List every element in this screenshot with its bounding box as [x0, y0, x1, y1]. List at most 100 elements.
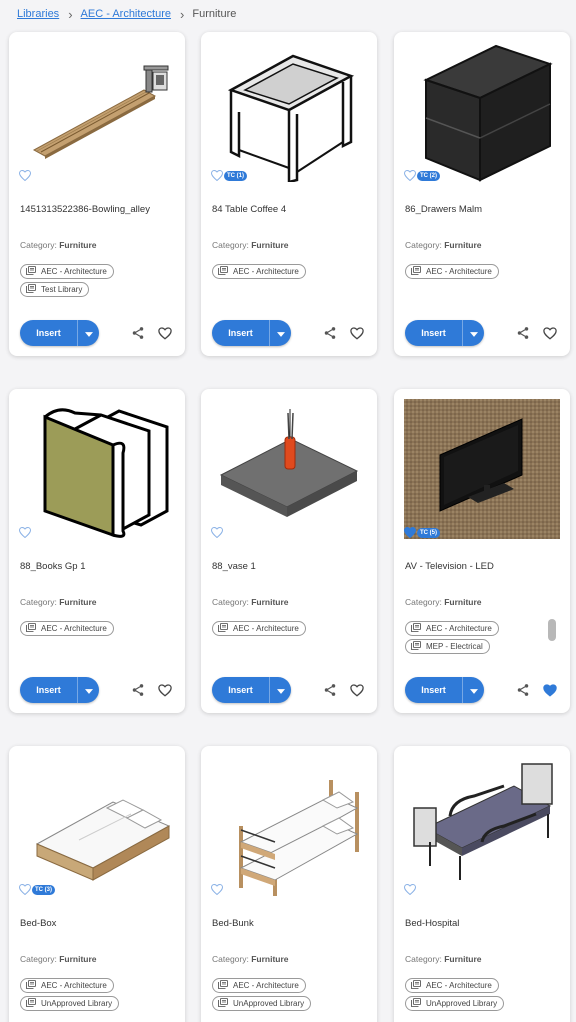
- library-chip[interactable]: AEC - Architecture: [212, 978, 306, 993]
- asset-title[interactable]: Bed-Bunk: [212, 918, 254, 929]
- television-thumbnail[interactable]: [404, 399, 560, 539]
- favorite-icon[interactable]: [158, 684, 172, 697]
- breadcrumb-link-libraries[interactable]: Libraries: [17, 8, 59, 20]
- tc-badge: TC (2): [417, 170, 440, 181]
- asset-category: Category: Furniture: [212, 240, 289, 250]
- asset-card[interactable]: 88_Books Gp 1 Category: Furniture AEC - Ar…: [9, 389, 185, 713]
- library-icon: [218, 623, 233, 634]
- library-chip[interactable]: UnApproved Library: [405, 996, 505, 1011]
- library-icon: [26, 998, 41, 1009]
- library-chip[interactable]: UnApproved Library: [20, 996, 120, 1011]
- bowling-alley-thumbnail[interactable]: [19, 42, 175, 182]
- favorite-indicator: TC (2): [404, 169, 440, 182]
- asset-category: Category: Furniture: [212, 954, 289, 964]
- insert-button[interactable]: Insert: [212, 320, 270, 346]
- asset-title[interactable]: 88_Books Gp 1: [20, 561, 86, 572]
- library-chip[interactable]: Test Library: [20, 282, 90, 297]
- asset-card[interactable]: 88_vase 1 Category: Furniture AEC - Archit…: [201, 389, 377, 713]
- bed-box-thumbnail[interactable]: [19, 756, 175, 896]
- insert-dropdown-button[interactable]: [270, 677, 291, 703]
- library-icon: [218, 266, 233, 277]
- library-chip[interactable]: AEC - Architecture: [405, 621, 499, 636]
- insert-button[interactable]: Insert: [20, 320, 78, 346]
- category-prefix: Category:: [405, 240, 442, 250]
- share-icon[interactable]: [516, 326, 530, 340]
- favorite-icon[interactable]: [543, 327, 557, 340]
- library-chip-label: UnApproved Library: [41, 999, 113, 1008]
- share-icon[interactable]: [131, 326, 145, 340]
- insert-button[interactable]: Insert: [212, 677, 270, 703]
- asset-card[interactable]: Bed-Hospital Category: Furniture AEC - Arc…: [394, 746, 570, 1022]
- bunk-bed-thumbnail[interactable]: [211, 756, 367, 896]
- library-chip-label: AEC - Architecture: [426, 267, 492, 276]
- caret-down-icon: [276, 681, 285, 699]
- insert-dropdown-button[interactable]: [463, 320, 484, 346]
- books-thumbnail[interactable]: [19, 399, 175, 539]
- favorite-icon[interactable]: [350, 684, 364, 697]
- caret-down-icon: [84, 324, 93, 342]
- insert-button[interactable]: Insert: [405, 320, 463, 346]
- favorite-indicator: [19, 526, 31, 539]
- asset-title[interactable]: 84 Table Coffee 4: [212, 204, 286, 215]
- asset-card[interactable]: TC (3) Bed-Box Category: Furniture AEC - Ar…: [9, 746, 185, 1022]
- asset-card[interactable]: 1451313522386-Bowling_alley Category: Fur…: [9, 32, 185, 356]
- insert-dropdown-button[interactable]: [270, 320, 291, 346]
- library-chip[interactable]: MEP - Electrical: [405, 639, 490, 654]
- breadcrumb-link-aec-architecture[interactable]: AEC - Architecture: [81, 8, 171, 20]
- caret-down-icon: [469, 324, 478, 342]
- asset-title[interactable]: Bed-Box: [20, 918, 56, 929]
- share-icon[interactable]: [323, 683, 337, 697]
- favorite-icon[interactable]: [158, 327, 172, 340]
- share-icon[interactable]: [131, 683, 145, 697]
- library-chip[interactable]: AEC - Architecture: [405, 264, 499, 279]
- favorite-indicator: [211, 883, 223, 896]
- category-value: Furniture: [444, 597, 482, 607]
- breadcrumb-current: Furniture: [192, 8, 237, 20]
- hospital-bed-thumbnail[interactable]: [404, 756, 560, 896]
- favorite-icon[interactable]: [350, 327, 364, 340]
- insert-split-button: Insert: [212, 320, 291, 346]
- category-value: Furniture: [59, 240, 97, 250]
- drawers-thumbnail[interactable]: [404, 42, 560, 182]
- breadcrumb: Libraries › AEC - Architecture › Furnitu…: [17, 7, 237, 22]
- asset-card[interactable]: TC (1) 84 Table Coffee 4 Category: Furnitu…: [201, 32, 377, 356]
- library-chip[interactable]: AEC - Architecture: [405, 978, 499, 993]
- insert-dropdown-button[interactable]: [78, 320, 99, 346]
- asset-card[interactable]: Bed-Bunk Category: Furniture AEC - Archite…: [201, 746, 377, 1022]
- library-chip-label: AEC - Architecture: [41, 981, 107, 990]
- insert-button[interactable]: Insert: [20, 677, 78, 703]
- scrollbar-thumb[interactable]: [548, 619, 556, 641]
- library-chip[interactable]: AEC - Architecture: [212, 264, 306, 279]
- library-icon: [26, 266, 41, 277]
- share-icon[interactable]: [323, 326, 337, 340]
- library-chip-label: AEC - Architecture: [41, 624, 107, 633]
- share-icon[interactable]: [516, 683, 530, 697]
- insert-dropdown-button[interactable]: [78, 677, 99, 703]
- favorite-indicator: TC (5): [404, 526, 440, 539]
- category-value: Furniture: [251, 597, 289, 607]
- insert-button[interactable]: Insert: [405, 677, 463, 703]
- library-chip-label: AEC - Architecture: [426, 981, 492, 990]
- asset-title[interactable]: 1451313522386-Bowling_alley: [20, 204, 150, 215]
- asset-card[interactable]: TC (2) 86_Drawers Malm Category: Furniture…: [394, 32, 570, 356]
- asset-title[interactable]: 86_Drawers Malm: [405, 204, 482, 215]
- library-chip[interactable]: AEC - Architecture: [20, 264, 114, 279]
- insert-dropdown-button[interactable]: [463, 677, 484, 703]
- library-chip[interactable]: AEC - Architecture: [212, 621, 306, 636]
- vase-thumbnail[interactable]: [211, 399, 367, 539]
- library-chip[interactable]: AEC - Architecture: [20, 978, 114, 993]
- heart-outline-icon: [404, 170, 416, 181]
- library-icon: [26, 623, 41, 634]
- library-chip-list: AEC - Architecture UnApproved Library: [212, 976, 312, 1012]
- asset-title[interactable]: 88_vase 1: [212, 561, 256, 572]
- asset-title[interactable]: Bed-Hospital: [405, 918, 459, 929]
- caret-down-icon: [276, 324, 285, 342]
- library-chip[interactable]: UnApproved Library: [212, 996, 312, 1011]
- library-chip[interactable]: AEC - Architecture: [20, 621, 114, 636]
- coffee-table-thumbnail[interactable]: [211, 42, 367, 182]
- favorite-filled-icon[interactable]: [543, 684, 557, 697]
- library-chip-list: AEC - Architecture MEP - Electrical: [405, 619, 499, 655]
- category-value: Furniture: [444, 954, 482, 964]
- asset-title[interactable]: AV - Television - LED: [405, 561, 494, 572]
- asset-card[interactable]: TC (5) AV - Television - LED Category: Fur…: [394, 389, 570, 713]
